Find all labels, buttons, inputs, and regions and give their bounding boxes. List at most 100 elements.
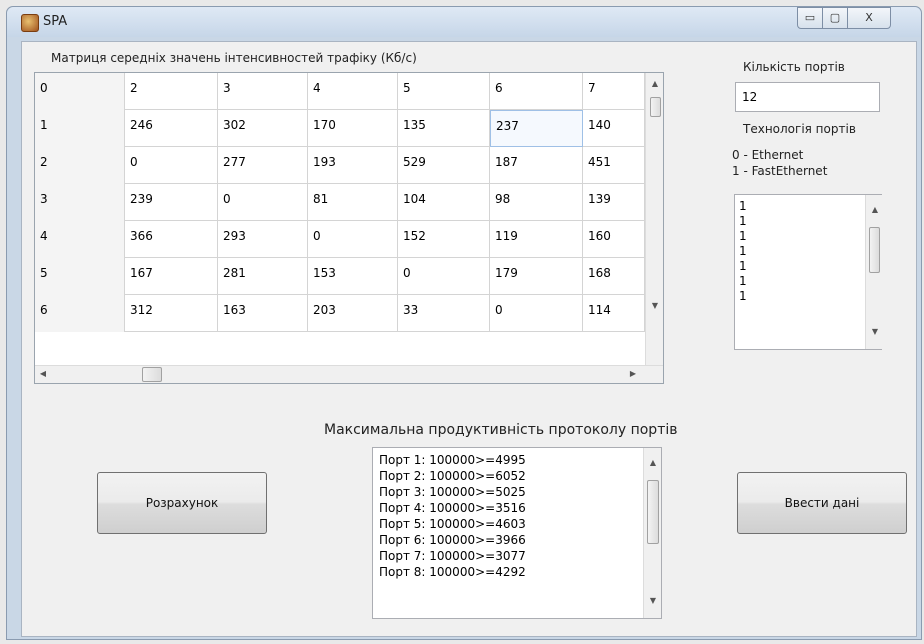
grid-cell[interactable]: 179 [490, 258, 583, 295]
client-area: Матриця середніх значень інтенсивностей … [21, 41, 917, 637]
grid-column-header[interactable]: 2 [125, 73, 218, 110]
grid-cell[interactable]: 302 [218, 110, 308, 147]
grid-row: 2 0 277 193 529 187 451 [35, 147, 645, 184]
output-line: Порт 2: 100000>=6052 [379, 469, 526, 483]
grid-cell[interactable]: 451 [583, 147, 645, 184]
output-line: Порт 3: 100000>=5025 [379, 485, 526, 499]
scroll-down-arrow-icon[interactable]: ▼ [867, 327, 883, 336]
grid-cell[interactable]: 160 [583, 221, 645, 258]
grid-cell[interactable]: 0 [125, 147, 218, 184]
scroll-down-arrow-icon[interactable]: ▼ [645, 596, 661, 605]
output-line: Порт 7: 100000>=3077 [379, 549, 526, 563]
grid-cell[interactable]: 366 [125, 221, 218, 258]
grid-column-header[interactable]: 6 [490, 73, 583, 110]
grid-row-header[interactable]: 5 [35, 258, 125, 295]
grid-vscroll-thumb[interactable] [650, 97, 661, 117]
grid-cell[interactable]: 277 [218, 147, 308, 184]
grid-hscroll-thumb[interactable] [142, 367, 162, 382]
scroll-right-arrow-icon[interactable]: ▶ [625, 369, 641, 378]
grid-cell[interactable]: 119 [490, 221, 583, 258]
grid-cell[interactable]: 153 [308, 258, 398, 295]
tech-value-line: 1 [739, 274, 747, 288]
calculate-button[interactable]: Розрахунок [97, 472, 267, 534]
grid-column-header[interactable]: 3 [218, 73, 308, 110]
grid-cell[interactable]: 237 [490, 110, 583, 147]
grid-vertical-scrollbar[interactable]: ▲ ▼ [645, 73, 663, 365]
scroll-left-arrow-icon[interactable]: ◀ [35, 369, 51, 378]
grid-cell[interactable]: 0 [308, 221, 398, 258]
port-count-input[interactable]: 12 [735, 82, 880, 112]
grid-cell[interactable]: 170 [308, 110, 398, 147]
grid-row: 3 239 0 81 104 98 139 [35, 184, 645, 221]
tech-value-line: 1 [739, 199, 747, 213]
grid-cell[interactable]: 168 [583, 258, 645, 295]
grid-row: 4 366 293 0 152 119 160 [35, 221, 645, 258]
grid-cell[interactable]: 0 [490, 295, 583, 332]
tech-value-line: 1 [739, 244, 747, 258]
grid-cell[interactable]: 312 [125, 295, 218, 332]
grid-row: 6 312 163 203 33 0 114 [35, 295, 645, 332]
app-icon [21, 14, 39, 32]
grid-row-header[interactable]: 4 [35, 221, 125, 258]
grid-cell[interactable]: 239 [125, 184, 218, 221]
grid-cell[interactable]: 104 [398, 184, 490, 221]
scroll-down-arrow-icon[interactable]: ▼ [647, 301, 663, 310]
grid-row-header[interactable]: 6 [35, 295, 125, 332]
grid-cell[interactable]: 140 [583, 110, 645, 147]
grid-column-header[interactable]: 5 [398, 73, 490, 110]
grid-row-header[interactable]: 2 [35, 147, 125, 184]
output-line: Порт 6: 100000>=3966 [379, 533, 526, 547]
tech-value-line: 1 [739, 214, 747, 228]
output-textarea[interactable]: Порт 1: 100000>=4995 Порт 2: 100000>=6052… [372, 447, 662, 619]
tech-value-line: 1 [739, 229, 747, 243]
grid-cell[interactable]: 114 [583, 295, 645, 332]
grid-cell[interactable]: 0 [218, 184, 308, 221]
minimize-button[interactable]: ▭ [797, 7, 823, 29]
grid-horizontal-scrollbar[interactable]: ◀ ▶ [35, 365, 663, 383]
output-vscroll-thumb[interactable] [647, 480, 659, 544]
output-line: Порт 8: 100000>=4292 [379, 565, 526, 579]
grid-cell[interactable]: 0 [398, 258, 490, 295]
enter-data-button[interactable]: Ввести дані [737, 472, 907, 534]
scroll-up-arrow-icon[interactable]: ▲ [645, 458, 661, 467]
grid-cell[interactable]: 33 [398, 295, 490, 332]
tech-vertical-scrollbar[interactable]: ▲ ▼ [865, 195, 882, 349]
grid-cell[interactable]: 139 [583, 184, 645, 221]
grid-cell[interactable]: 529 [398, 147, 490, 184]
scroll-up-arrow-icon[interactable]: ▲ [647, 79, 663, 88]
output-vertical-scrollbar[interactable]: ▲ ▼ [643, 448, 661, 618]
grid-cell[interactable]: 281 [218, 258, 308, 295]
grid-row: 5 167 281 153 0 179 168 [35, 258, 645, 295]
title-bar[interactable]: SPA ▭ ▢ X [7, 7, 921, 37]
grid-row-header[interactable]: 3 [35, 184, 125, 221]
tech-value-line: 1 [739, 259, 747, 273]
output-line: Порт 5: 100000>=4603 [379, 517, 526, 531]
grid-column-header[interactable]: 7 [583, 73, 645, 110]
grid-cell[interactable]: 81 [308, 184, 398, 221]
port-count-value: 12 [742, 90, 758, 104]
close-button[interactable]: X [847, 7, 891, 29]
grid-row: 1 246 302 170 135 237 140 [35, 110, 645, 147]
port-tech-textarea[interactable]: 1111111 ▲ ▼ [734, 194, 882, 350]
grid-column-header[interactable]: 4 [308, 73, 398, 110]
grid-cell[interactable]: 163 [218, 295, 308, 332]
grid-header-row: 0234567 [35, 73, 645, 110]
grid-cell[interactable]: 246 [125, 110, 218, 147]
tech-legend-ethernet: 0 - Ethernet [732, 148, 804, 162]
tech-vscroll-thumb[interactable] [869, 227, 880, 273]
grid-cell[interactable]: 152 [398, 221, 490, 258]
grid-cell[interactable]: 135 [398, 110, 490, 147]
grid-cell[interactable]: 193 [308, 147, 398, 184]
grid-column-header[interactable]: 0 [35, 73, 125, 110]
grid-cell[interactable]: 167 [125, 258, 218, 295]
traffic-matrix-grid[interactable]: 0 2 3 4 5 6 7 1 246 302 170 135 237 140 2 0 277 193 529 187… [34, 72, 664, 384]
grid-cell[interactable]: 293 [218, 221, 308, 258]
grid-cell[interactable]: 187 [490, 147, 583, 184]
output-line: Порт 1: 100000>=4995 [379, 453, 526, 467]
grid-row-header[interactable]: 1 [35, 110, 125, 147]
scroll-up-arrow-icon[interactable]: ▲ [867, 205, 883, 214]
grid-cell[interactable]: 98 [490, 184, 583, 221]
grid-cell[interactable]: 203 [308, 295, 398, 332]
maximize-button[interactable]: ▢ [822, 7, 848, 29]
window-title: SPA [43, 14, 68, 29]
